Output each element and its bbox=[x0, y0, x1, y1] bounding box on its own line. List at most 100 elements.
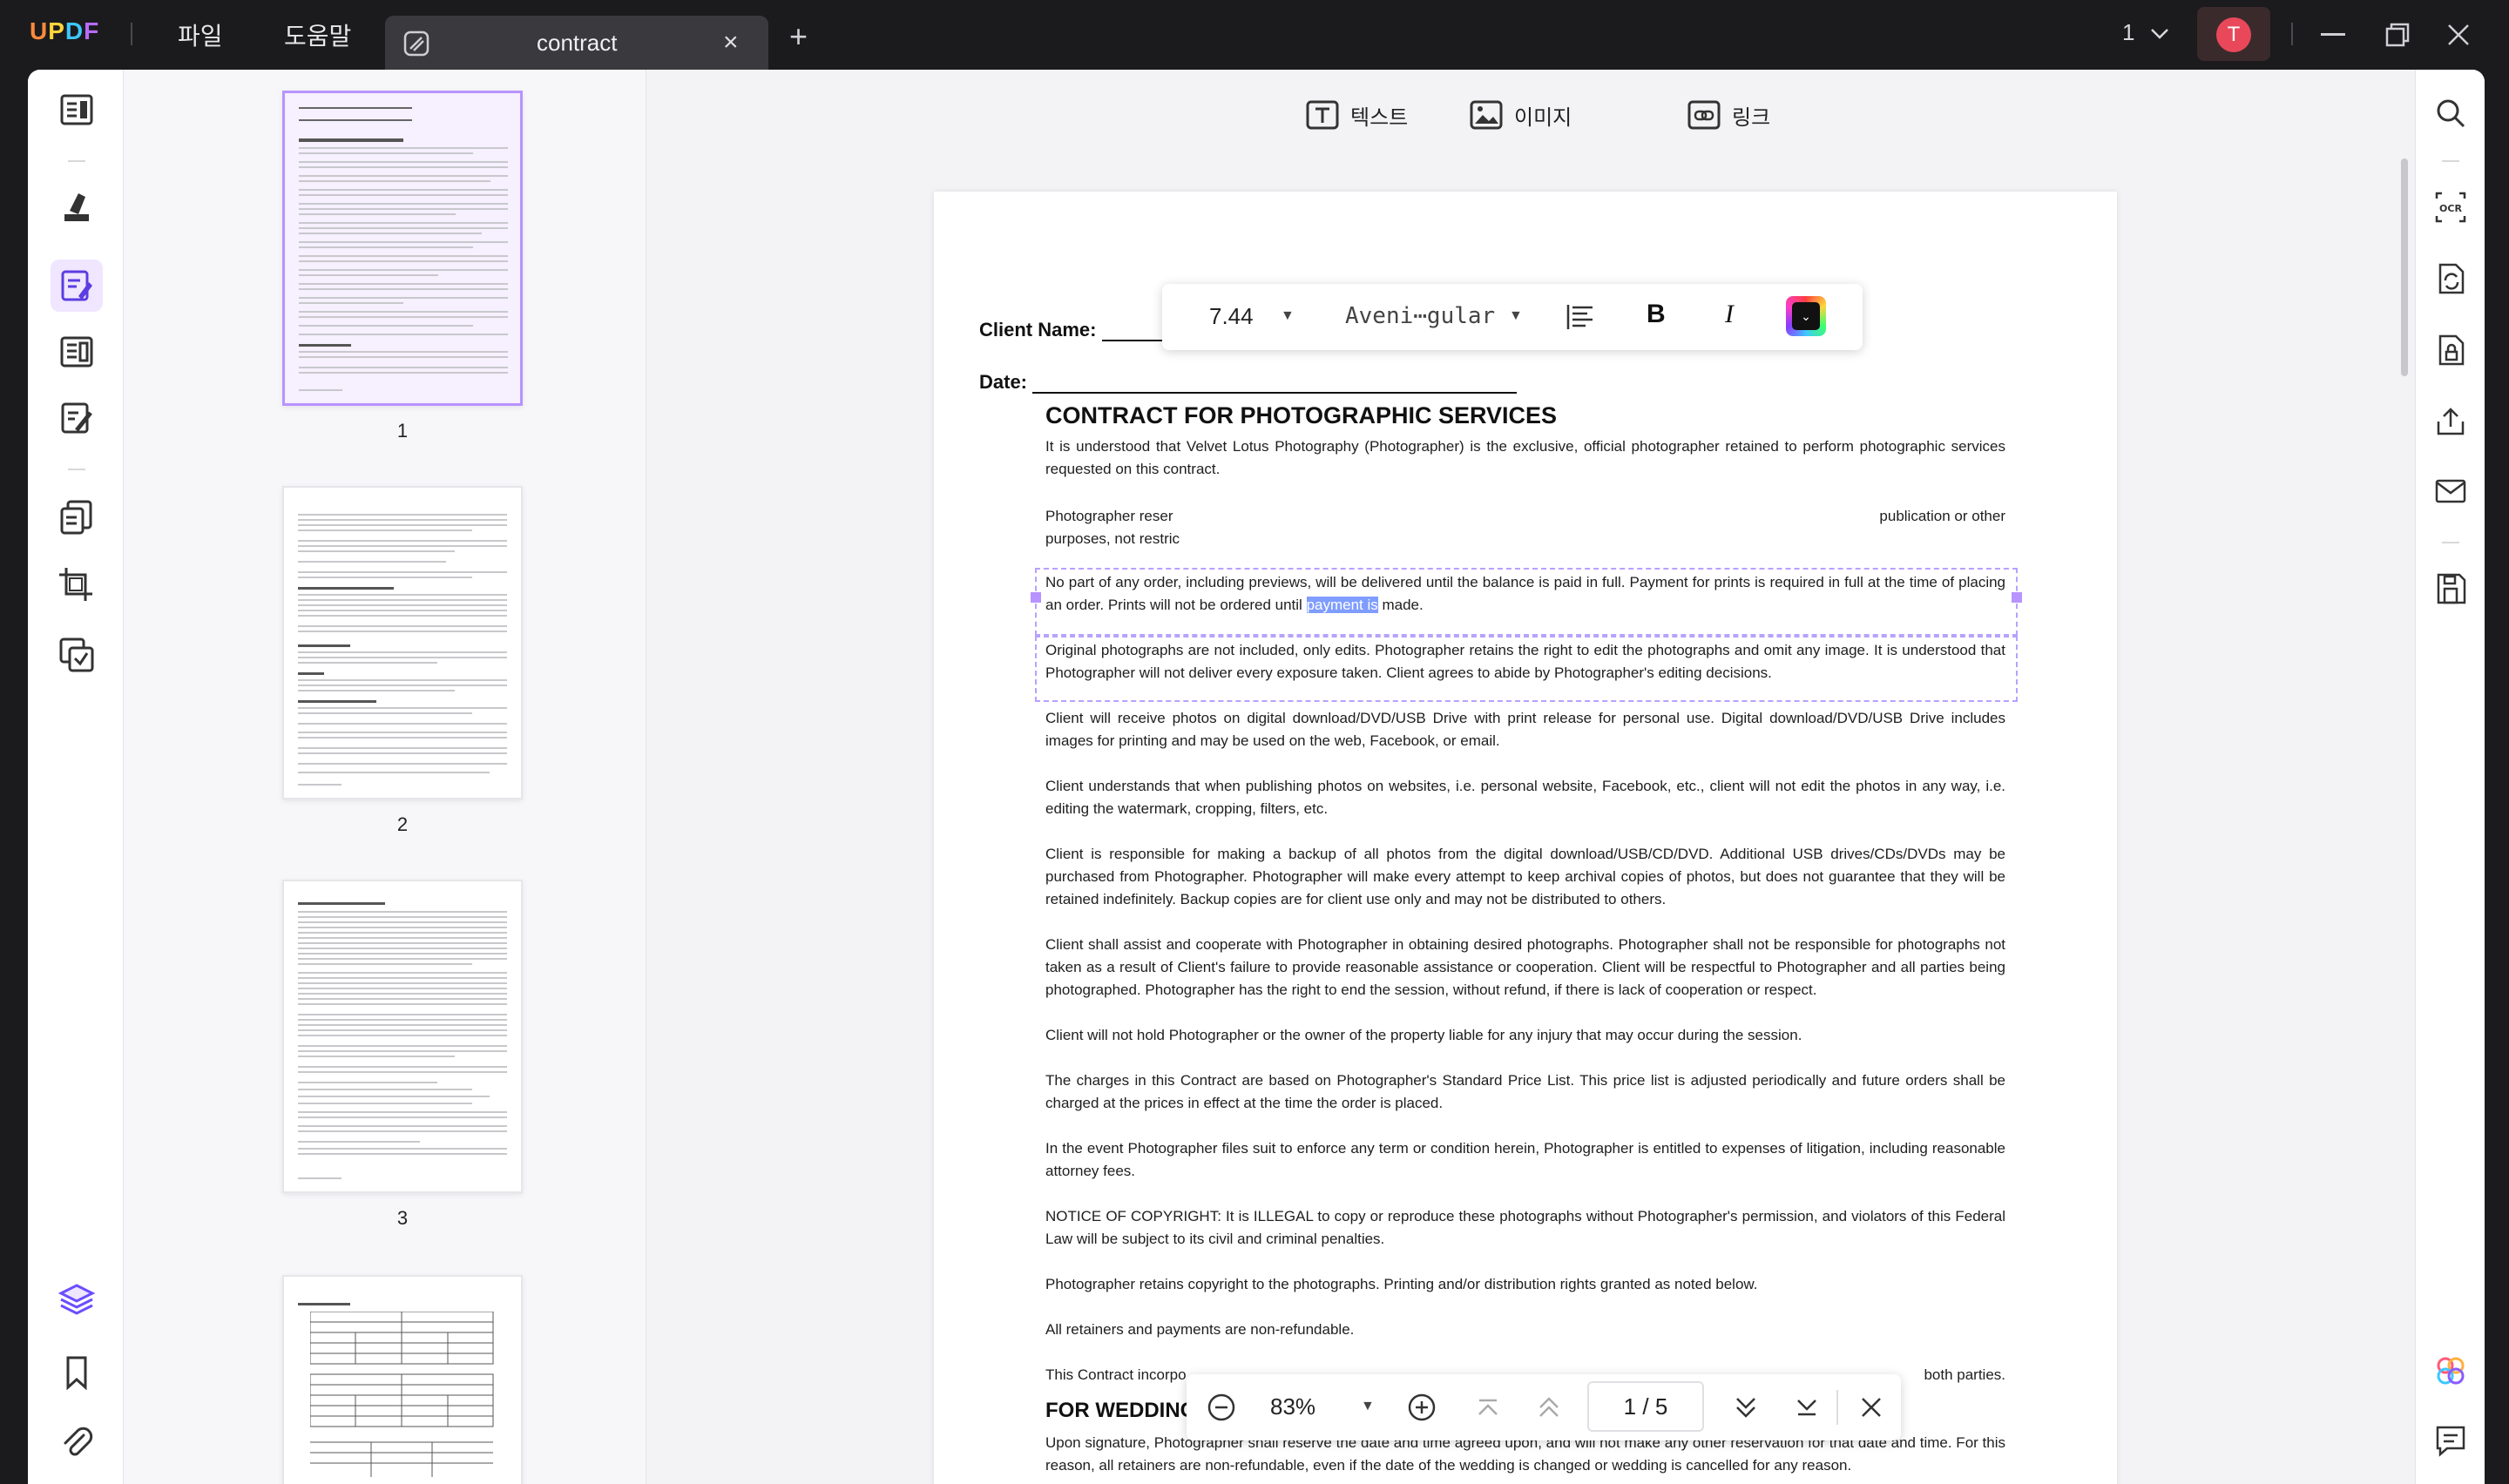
comment-highlighter-icon[interactable] bbox=[57, 188, 96, 226]
paragraph[interactable]: Client will not hold Photographer or the… bbox=[1045, 1024, 2005, 1047]
image-icon bbox=[1470, 100, 1503, 130]
bold-button[interactable]: B bbox=[1647, 300, 1666, 329]
date-field: Date: bbox=[979, 371, 1518, 394]
divider bbox=[68, 160, 85, 162]
edit-pdf-icon[interactable] bbox=[57, 266, 96, 305]
paragraph[interactable]: It is understood that Velvet Lotus Photo… bbox=[1045, 435, 2005, 481]
right-toolbar: OCR bbox=[2415, 70, 2485, 1484]
paragraph[interactable]: The charges in this Contract are based o… bbox=[1045, 1069, 2005, 1115]
chevron-down-icon: ⌄ bbox=[1792, 302, 1820, 330]
convert-icon[interactable] bbox=[2433, 261, 2468, 296]
menu-file[interactable]: 파일 bbox=[178, 17, 223, 52]
resize-handle-right[interactable] bbox=[2012, 592, 2022, 603]
sign-icon[interactable] bbox=[57, 399, 96, 437]
zoom-level[interactable]: 83% bbox=[1270, 1393, 1315, 1420]
email-icon[interactable] bbox=[2433, 474, 2468, 509]
paragraph-obscured[interactable]: Photographer reser publication or other p… bbox=[1045, 505, 2005, 550]
paragraph[interactable]: Client understands that when publishing … bbox=[1045, 775, 2005, 820]
add-image-button[interactable]: 이미지 bbox=[1469, 96, 1572, 134]
document-tab[interactable]: contract × bbox=[385, 16, 768, 70]
restore-icon[interactable] bbox=[2385, 23, 2410, 47]
tools-icon[interactable] bbox=[57, 636, 96, 674]
page-number-input[interactable]: 1 / 5 bbox=[1587, 1381, 1704, 1432]
paragraph[interactable]: Client is responsible for making a backu… bbox=[1045, 843, 2005, 911]
close-window-icon[interactable] bbox=[2446, 23, 2471, 47]
paragraph[interactable]: Photographer retains copyright to the ph… bbox=[1045, 1273, 2005, 1296]
thumbnail-panel: 1 2 3 bbox=[124, 70, 646, 1484]
title-bar: UPDF 파일 도움말 contract × + 1 T bbox=[0, 0, 2509, 70]
last-page-icon[interactable] bbox=[1789, 1390, 1824, 1425]
chevron-down-icon bbox=[2150, 29, 2168, 39]
align-left-icon[interactable] bbox=[1566, 303, 1596, 331]
font-size-value[interactable]: 7.44 bbox=[1209, 303, 1254, 330]
add-text-label: 텍스트 bbox=[1350, 105, 1409, 130]
add-tab-icon[interactable]: + bbox=[789, 21, 808, 52]
crop-icon[interactable] bbox=[57, 566, 96, 604]
attachment-icon[interactable] bbox=[57, 1423, 96, 1461]
text-box-icon bbox=[1306, 100, 1339, 130]
avatar: T bbox=[2216, 17, 2251, 52]
selected-text: payment is bbox=[1306, 597, 1378, 613]
tab-title: contract bbox=[537, 30, 618, 56]
thumbnail-number: 2 bbox=[396, 813, 409, 835]
updf-logo: UPDF bbox=[30, 17, 100, 44]
paragraph[interactable]: Original photographs are not included, o… bbox=[1045, 639, 2005, 685]
zoom-in-icon[interactable] bbox=[1404, 1390, 1439, 1425]
bookmark-icon[interactable] bbox=[57, 1353, 96, 1392]
section-heading: FOR WEDDING bbox=[1045, 1399, 1197, 1422]
comments-icon[interactable] bbox=[2433, 1423, 2468, 1458]
italic-button[interactable]: I bbox=[1725, 300, 1734, 329]
svg-text:OCR: OCR bbox=[2439, 203, 2462, 214]
zoom-dropdown-icon[interactable]: ▼ bbox=[1361, 1399, 1375, 1414]
paragraph[interactable]: Client shall assist and cooperate with P… bbox=[1045, 934, 2005, 1002]
add-link-button[interactable]: 링크 bbox=[1687, 96, 1770, 134]
font-color-picker[interactable]: ⌄ bbox=[1786, 296, 1826, 336]
add-link-label: 링크 bbox=[1732, 105, 1771, 130]
font-toolbar: 7.44 ▼ Aveni⋯gular ▼ B I ⌄ bbox=[1162, 284, 1863, 350]
page-selector[interactable]: 1 bbox=[2122, 19, 2169, 46]
font-name-dropdown-icon[interactable]: ▼ bbox=[1509, 308, 1523, 324]
page-thumbnail-4[interactable] bbox=[282, 1275, 523, 1484]
resize-handle-left[interactable] bbox=[1031, 592, 1041, 603]
paragraph[interactable]: NOTICE OF COPYRIGHT: It is ILLEGAL to co… bbox=[1045, 1205, 2005, 1251]
form-icon[interactable] bbox=[57, 333, 96, 371]
link-icon bbox=[1687, 100, 1721, 130]
divider bbox=[2291, 23, 2293, 45]
tab-close-icon[interactable]: × bbox=[723, 28, 739, 57]
page-thumbnail-3[interactable] bbox=[282, 880, 523, 1193]
account-button[interactable]: T bbox=[2197, 7, 2270, 61]
zoom-out-icon[interactable] bbox=[1204, 1390, 1239, 1425]
font-name-value[interactable]: Aveni⋯gular bbox=[1345, 303, 1495, 329]
divider bbox=[2442, 160, 2459, 162]
vertical-scrollbar[interactable] bbox=[2401, 159, 2408, 376]
share-icon[interactable] bbox=[2433, 404, 2468, 439]
ocr-icon[interactable]: OCR bbox=[2433, 190, 2468, 225]
paragraph[interactable]: In the event Photographer files suit to … bbox=[1045, 1137, 2005, 1183]
save-icon[interactable] bbox=[2433, 571, 2468, 606]
paragraph[interactable]: All retainers and payments are non-refun… bbox=[1045, 1319, 2005, 1341]
organize-pages-icon[interactable] bbox=[57, 498, 96, 536]
paragraph-editing[interactable]: No part of any order, including previews… bbox=[1045, 571, 2005, 617]
divider bbox=[2442, 542, 2459, 543]
paragraph[interactable]: Client will receive photos on digital do… bbox=[1045, 707, 2005, 752]
reader-icon[interactable] bbox=[57, 91, 96, 129]
layers-icon[interactable] bbox=[57, 1280, 96, 1319]
page-thumbnail-1[interactable] bbox=[282, 91, 523, 406]
next-page-icon[interactable] bbox=[1728, 1390, 1763, 1425]
pdf-page[interactable]: Client Name: Date: CONTRACT FOR PHOTOGRA… bbox=[934, 192, 2117, 1484]
font-size-dropdown-icon[interactable]: ▼ bbox=[1281, 308, 1295, 324]
previous-page-icon[interactable] bbox=[1532, 1390, 1566, 1425]
search-icon[interactable] bbox=[2433, 96, 2468, 131]
minimize-icon[interactable] bbox=[2321, 33, 2345, 37]
menu-help[interactable]: 도움말 bbox=[284, 17, 351, 52]
page-thumbnail-2[interactable] bbox=[282, 486, 523, 799]
add-text-button[interactable]: 텍스트 bbox=[1305, 96, 1408, 134]
first-page-icon[interactable] bbox=[1471, 1390, 1505, 1425]
protect-icon[interactable] bbox=[2433, 333, 2468, 368]
add-image-label: 이미지 bbox=[1514, 105, 1572, 130]
divider bbox=[1836, 1390, 1838, 1425]
ai-assistant-icon[interactable] bbox=[2433, 1353, 2468, 1388]
thumbnail-number: 1 bbox=[396, 420, 409, 442]
close-navigation-icon[interactable] bbox=[1854, 1390, 1889, 1425]
divider bbox=[131, 23, 132, 45]
